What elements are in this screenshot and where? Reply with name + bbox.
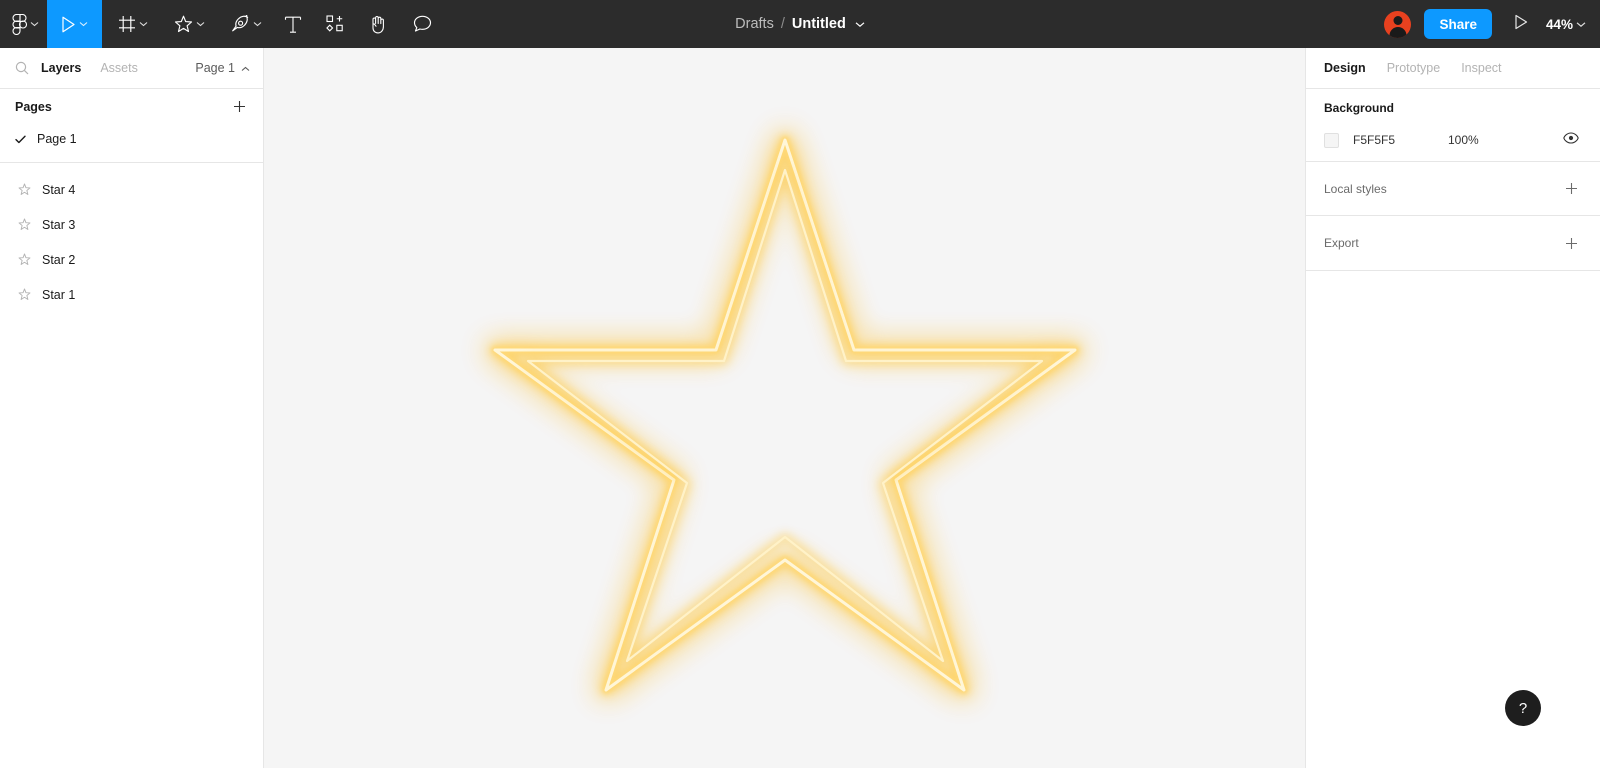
- comment-tool-button[interactable]: [400, 0, 444, 48]
- chevron-up-icon: [241, 59, 250, 77]
- page-selector[interactable]: Page 1: [195, 59, 250, 77]
- page-selector-label: Page 1: [195, 61, 235, 75]
- layer-row[interactable]: Star 4: [0, 172, 263, 207]
- right-sidebar: Design Prototype Inspect Background F5F5…: [1305, 48, 1600, 768]
- chevron-down-icon: [79, 21, 88, 27]
- star-icon: [174, 15, 193, 33]
- zoom-level-label: 44%: [1545, 16, 1573, 32]
- avatar[interactable]: [1384, 10, 1412, 38]
- hand-tool-button[interactable]: [356, 0, 400, 48]
- background-hex-value[interactable]: F5F5F5: [1353, 133, 1448, 147]
- layer-label: Star 1: [42, 287, 76, 302]
- neon-star-artwork[interactable]: [485, 118, 1085, 699]
- color-swatch[interactable]: [1324, 132, 1339, 148]
- layer-row[interactable]: Star 3: [0, 207, 263, 242]
- local-styles-header: Local styles: [1324, 162, 1582, 215]
- check-icon: [15, 135, 37, 144]
- background-section-title: Background: [1324, 101, 1395, 115]
- pages-section-title: Pages: [15, 99, 52, 114]
- comment-icon: [413, 15, 432, 33]
- export-title: Export: [1324, 236, 1359, 250]
- pen-icon: [231, 15, 250, 33]
- add-local-style-button[interactable]: [1560, 178, 1582, 200]
- export-header: Export: [1324, 216, 1582, 270]
- play-icon: [1514, 14, 1528, 35]
- text-tool-button[interactable]: [272, 0, 314, 48]
- right-sidebar-tabs: Design Prototype Inspect: [1306, 48, 1600, 89]
- star-icon: [18, 288, 42, 301]
- frame-icon: [118, 15, 136, 33]
- pen-tool-button[interactable]: [215, 0, 272, 48]
- tool-group: [0, 0, 444, 48]
- frame-tool-button[interactable]: [102, 0, 158, 48]
- chevron-down-icon: [1576, 21, 1586, 28]
- tab-inspect[interactable]: Inspect: [1461, 61, 1501, 75]
- canvas[interactable]: [264, 48, 1305, 768]
- star-inner-outline: [524, 166, 1045, 665]
- star-icon: [18, 183, 42, 196]
- page-list-item[interactable]: Page 1: [0, 124, 263, 154]
- left-sidebar: Layers Assets Page 1 Pages Page 1 Star 4…: [0, 48, 264, 768]
- chevron-down-icon[interactable]: [855, 21, 865, 28]
- resources-tool-button[interactable]: [314, 0, 356, 48]
- move-tool-button[interactable]: [47, 0, 102, 48]
- export-section: Export: [1306, 216, 1600, 271]
- tab-assets[interactable]: Assets: [100, 61, 138, 75]
- share-button[interactable]: Share: [1424, 9, 1492, 39]
- breadcrumb-separator: /: [780, 16, 785, 32]
- pages-section-header: Pages: [0, 89, 263, 124]
- tab-design[interactable]: Design: [1324, 61, 1366, 75]
- present-button[interactable]: [1508, 9, 1534, 39]
- layer-label: Star 4: [42, 182, 76, 197]
- chevron-down-icon: [196, 21, 205, 27]
- add-page-button[interactable]: [228, 96, 250, 118]
- layer-list: Star 4 Star 3 Star 2 Star 1: [0, 163, 263, 312]
- search-icon[interactable]: [13, 61, 31, 75]
- eye-icon: [1563, 131, 1579, 149]
- figma-logo-icon: [12, 13, 27, 35]
- breadcrumb-project[interactable]: Drafts: [735, 16, 774, 32]
- page-list-item-label: Page 1: [37, 132, 77, 146]
- topbar-actions: Share 44%: [1384, 0, 1600, 48]
- figma-menu-button[interactable]: [0, 0, 47, 48]
- star-glow-layers: [486, 131, 1083, 699]
- background-color-row: F5F5F5 100%: [1324, 127, 1582, 161]
- layer-label: Star 3: [42, 217, 76, 232]
- zoom-control[interactable]: 44%: [1546, 17, 1586, 32]
- left-sidebar-tabs: Layers Assets Page 1: [0, 48, 263, 89]
- layer-row[interactable]: Star 1: [0, 277, 263, 312]
- resources-icon: [326, 15, 344, 33]
- chevron-down-icon: [139, 21, 148, 27]
- text-icon: [284, 15, 302, 34]
- background-opacity-value[interactable]: 100%: [1448, 133, 1479, 147]
- chevron-down-icon: [253, 21, 262, 27]
- hand-icon: [369, 15, 387, 34]
- background-section: Background F5F5F5 100%: [1306, 89, 1600, 162]
- shape-tool-button[interactable]: [158, 0, 215, 48]
- breadcrumb-file-name[interactable]: Untitled: [792, 16, 846, 32]
- tab-prototype[interactable]: Prototype: [1387, 61, 1441, 75]
- top-toolbar: Drafts / Untitled Share 44%: [0, 0, 1600, 48]
- chevron-down-icon: [30, 21, 39, 27]
- cursor-arrow-icon: [61, 16, 76, 33]
- help-button[interactable]: ?: [1505, 690, 1541, 726]
- neon-star-svg: [486, 131, 1083, 699]
- local-styles-section: Local styles: [1306, 162, 1600, 216]
- local-styles-title: Local styles: [1324, 181, 1387, 196]
- tab-layers[interactable]: Layers: [41, 61, 81, 75]
- add-export-button[interactable]: [1560, 232, 1582, 254]
- visibility-toggle[interactable]: [1560, 129, 1582, 151]
- star-icon: [18, 253, 42, 266]
- layer-label: Star 2: [42, 252, 76, 267]
- star-icon: [18, 218, 42, 231]
- layer-row[interactable]: Star 2: [0, 242, 263, 277]
- background-section-header: Background: [1324, 89, 1582, 127]
